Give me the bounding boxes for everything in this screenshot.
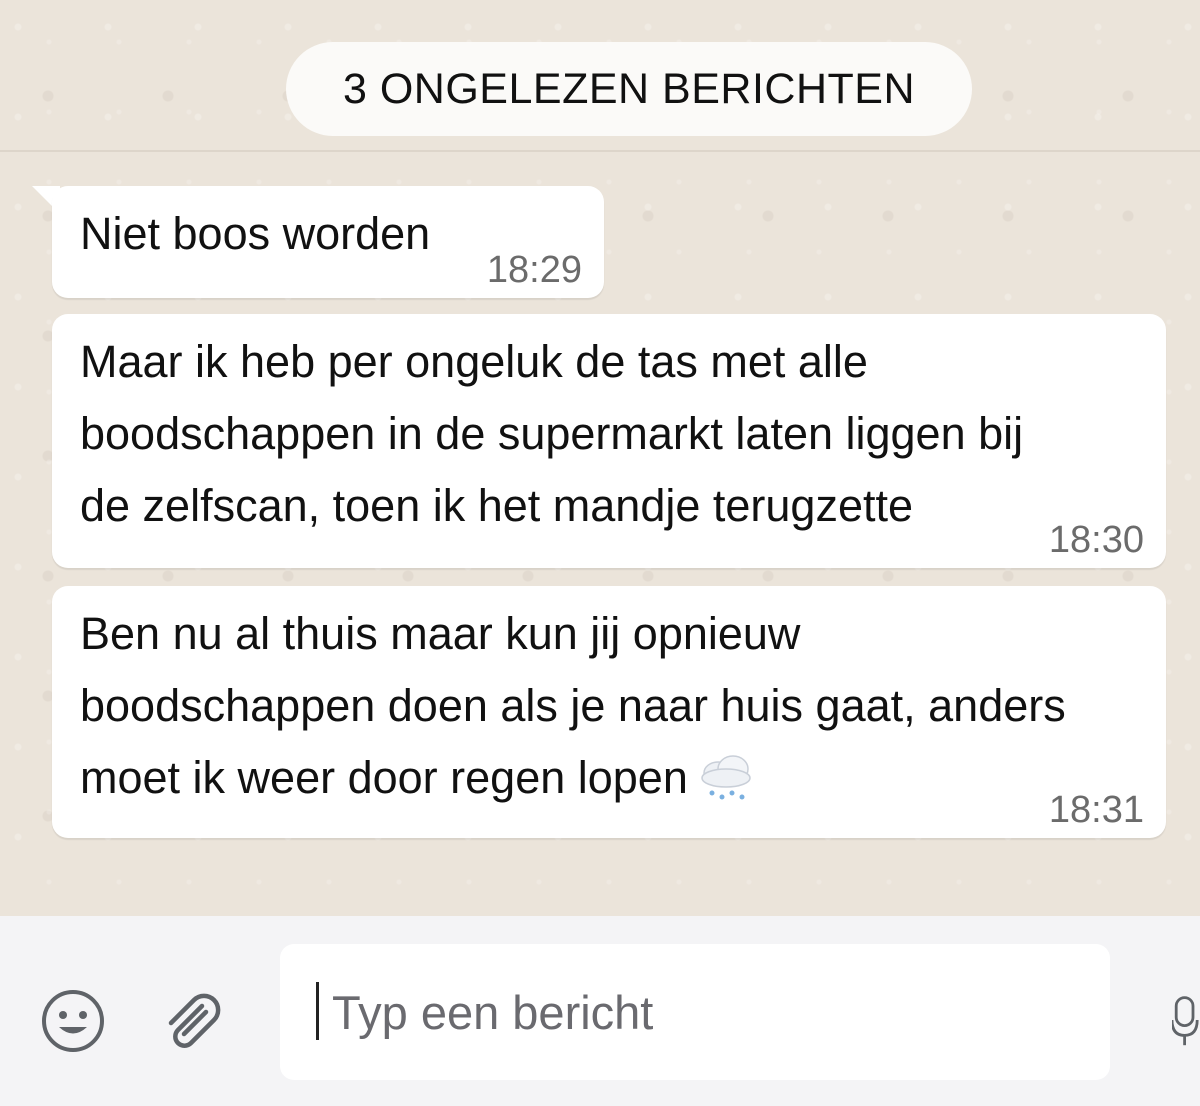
microphone-icon[interactable] — [1172, 980, 1200, 1060]
cloud-with-rain-icon — [696, 752, 756, 802]
message-input[interactable] — [280, 944, 1110, 1080]
message-time: 18:30 — [1048, 519, 1144, 561]
chat-area[interactable]: 3 ONGELEZEN BERICHTEN Niet boos worden 1… — [0, 0, 1200, 916]
paperclip-icon[interactable] — [158, 988, 228, 1058]
message-text: Ben nu al thuis maar kun jij opnieuw boo… — [80, 608, 1066, 803]
unread-divider — [0, 150, 1200, 152]
message-time: 18:29 — [486, 249, 582, 291]
message-time: 18:31 — [1048, 789, 1144, 831]
message-bubble[interactable]: Maar ik heb per ongeluk de tas met alle … — [52, 314, 1166, 568]
emoji-icon[interactable] — [40, 988, 106, 1054]
text-caret — [316, 982, 319, 1040]
message-text: Maar ik heb per ongeluk de tas met alle … — [80, 336, 1024, 531]
unread-messages-label: 3 ONGELEZEN BERICHTEN — [343, 64, 915, 113]
message-text-wrapper: Ben nu al thuis maar kun jij opnieuw boo… — [80, 598, 1138, 814]
unread-messages-banner: 3 ONGELEZEN BERICHTEN — [286, 42, 972, 136]
message-bubble[interactable]: Niet boos worden 18:29 — [52, 186, 604, 298]
message-bubble[interactable]: Ben nu al thuis maar kun jij opnieuw boo… — [52, 586, 1166, 838]
